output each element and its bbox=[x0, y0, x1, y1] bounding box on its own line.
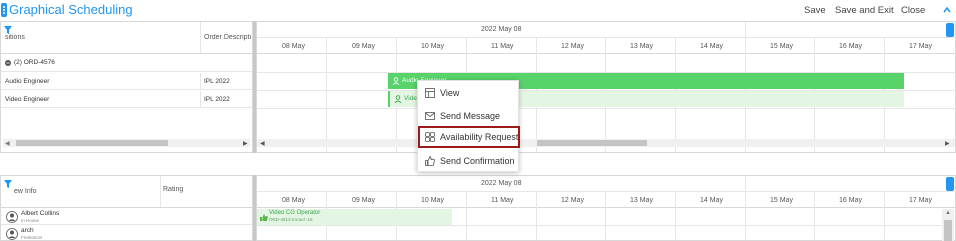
timeline-date-title: 2022 May 08 bbox=[481, 180, 522, 187]
day-label: 12 May bbox=[561, 43, 584, 50]
day-label: 12 May bbox=[561, 197, 584, 204]
day-label: 09 May bbox=[352, 197, 375, 204]
timeline-date-title: 2022 May 08 bbox=[481, 26, 522, 33]
crew-type: In House bbox=[21, 218, 40, 223]
scroll-left-icon[interactable]: ◀ bbox=[5, 140, 10, 147]
table-row[interactable]: Audio Engineer IPL 2022 bbox=[1, 73, 252, 90]
grid-header: sitions Order Descripti bbox=[1, 22, 252, 54]
envelope-icon bbox=[425, 112, 435, 120]
timeline-days-header: 08 May 09 May 10 May 11 May 12 May 13 Ma… bbox=[257, 38, 956, 54]
crew-timeline-panel: 2022 May 08 08 May 09 May 10 May 11 May … bbox=[256, 175, 956, 241]
crew-grid: ew Info Rating Albert Collins In House a… bbox=[0, 175, 253, 241]
avatar-icon bbox=[6, 211, 18, 223]
menu-item-send-message[interactable]: Send Message bbox=[418, 105, 520, 127]
menu-item-label: Send Confirmation bbox=[440, 156, 515, 166]
user-icon bbox=[392, 77, 400, 85]
order-cell: IPL 2022 bbox=[204, 96, 230, 103]
day-label: 16 May bbox=[839, 43, 862, 50]
timeline-date-header: 2022 May 08 bbox=[257, 22, 956, 38]
scrollbar-thumb[interactable] bbox=[944, 220, 952, 241]
scrollbar-thumb[interactable] bbox=[537, 140, 647, 146]
booking-title: Video CG Operator bbox=[269, 210, 321, 216]
avatar-icon bbox=[6, 228, 18, 240]
day-label: 11 May bbox=[491, 43, 514, 50]
day-label: 15 May bbox=[770, 43, 793, 50]
day-label: 10 May bbox=[421, 197, 444, 204]
column-header-positions[interactable]: sitions bbox=[5, 34, 25, 41]
save-button[interactable]: Save bbox=[804, 5, 826, 17]
save-and-exit-button[interactable]: Save and Exit bbox=[835, 5, 894, 17]
crew-name: arch bbox=[21, 227, 34, 234]
context-menu: View Send Message Availability Request S… bbox=[417, 80, 520, 172]
filter-icon[interactable] bbox=[4, 180, 12, 188]
scrollbar-thumb[interactable] bbox=[16, 140, 168, 146]
column-header-rating[interactable]: Rating bbox=[163, 186, 183, 193]
menu-item-send-confirmation[interactable]: Send Confirmation bbox=[418, 150, 520, 172]
more-menu-icon[interactable] bbox=[1, 3, 7, 17]
resource-grid: sitions Order Descripti (2) ORD-4576 Aud… bbox=[0, 21, 253, 153]
scroll-up-icon[interactable]: ▲ bbox=[945, 210, 951, 216]
day-label: 17 May bbox=[909, 197, 932, 204]
timeline-panel: 2022 May 08 08 May 09 May 10 May 11 May … bbox=[256, 21, 956, 153]
day-label: 08 May bbox=[282, 197, 305, 204]
column-header-crew-info[interactable]: ew Info bbox=[14, 188, 37, 195]
close-button[interactable]: Close bbox=[901, 5, 925, 17]
day-label: 17 May bbox=[909, 43, 932, 50]
page-header: Graphical Scheduling Save Save and Exit … bbox=[0, 0, 956, 20]
day-label: 15 May bbox=[770, 197, 793, 204]
panel-toggle-icon[interactable] bbox=[946, 23, 954, 37]
page-title: Graphical Scheduling bbox=[9, 2, 133, 17]
position-cell: Audio Engineer bbox=[5, 78, 50, 85]
day-label: 14 May bbox=[700, 197, 723, 204]
day-label: 10 May bbox=[421, 43, 444, 50]
day-label: 13 May bbox=[630, 197, 653, 204]
day-label: 09 May bbox=[352, 43, 375, 50]
crew-booking-bar[interactable]: Video CG Operator ORD-4513-Ironed -15 bbox=[257, 209, 452, 225]
panel-toggle-icon[interactable] bbox=[946, 177, 954, 191]
timeline-horizontal-scrollbar[interactable]: ◀ ▶ bbox=[257, 139, 955, 147]
day-label: 08 May bbox=[282, 43, 305, 50]
crew-type: Freelancer bbox=[21, 235, 43, 240]
user-icon bbox=[394, 95, 402, 103]
collapse-icon[interactable] bbox=[5, 60, 11, 66]
group-label: (2) ORD-4576 bbox=[14, 59, 55, 66]
day-label: 13 May bbox=[630, 43, 653, 50]
timeline-date-header: 2022 May 08 bbox=[257, 176, 956, 192]
day-label: 16 May bbox=[839, 197, 862, 204]
group-row[interactable]: (2) ORD-4576 bbox=[1, 55, 252, 72]
crew-name: Albert Collins bbox=[21, 210, 60, 217]
menu-item-availability-request[interactable]: Availability Request bbox=[418, 126, 520, 148]
grid-header: ew Info Rating bbox=[1, 176, 252, 208]
order-cell: IPL 2022 bbox=[204, 78, 230, 85]
scroll-left-icon[interactable]: ◀ bbox=[260, 140, 265, 147]
chevron-up-icon[interactable] bbox=[941, 4, 953, 16]
scroll-right-icon[interactable]: ▶ bbox=[243, 140, 248, 147]
table-icon bbox=[425, 88, 435, 98]
thumbs-up-icon bbox=[260, 214, 268, 221]
filter-icon[interactable] bbox=[4, 26, 12, 34]
day-label: 14 May bbox=[700, 43, 723, 50]
table-row[interactable]: Albert Collins In House bbox=[1, 209, 252, 225]
day-label: 11 May bbox=[491, 197, 514, 204]
scroll-right-icon[interactable]: ▶ bbox=[945, 140, 950, 147]
position-cell: Video Engineer bbox=[5, 96, 50, 103]
menu-item-label: Send Message bbox=[440, 111, 501, 121]
availability-icon bbox=[425, 132, 435, 142]
table-row[interactable]: Video Engineer IPL 2022 bbox=[1, 91, 252, 108]
timeline-days-header: 08 May 09 May 10 May 11 May 12 May 13 Ma… bbox=[257, 192, 956, 208]
menu-item-label: View bbox=[440, 88, 460, 98]
vertical-scrollbar[interactable]: ▲ bbox=[942, 209, 954, 241]
horizontal-scrollbar[interactable]: ◀ ▶ bbox=[3, 139, 250, 147]
table-row[interactable]: arch Freelancer bbox=[1, 226, 252, 241]
column-header-order-description[interactable]: Order Descripti bbox=[204, 34, 252, 41]
menu-item-label: Availability Request bbox=[440, 132, 519, 142]
thumbs-up-icon bbox=[425, 156, 435, 166]
menu-item-view[interactable]: View bbox=[418, 82, 520, 104]
booking-sub: ORD-4513-Ironed -15 bbox=[269, 217, 313, 222]
